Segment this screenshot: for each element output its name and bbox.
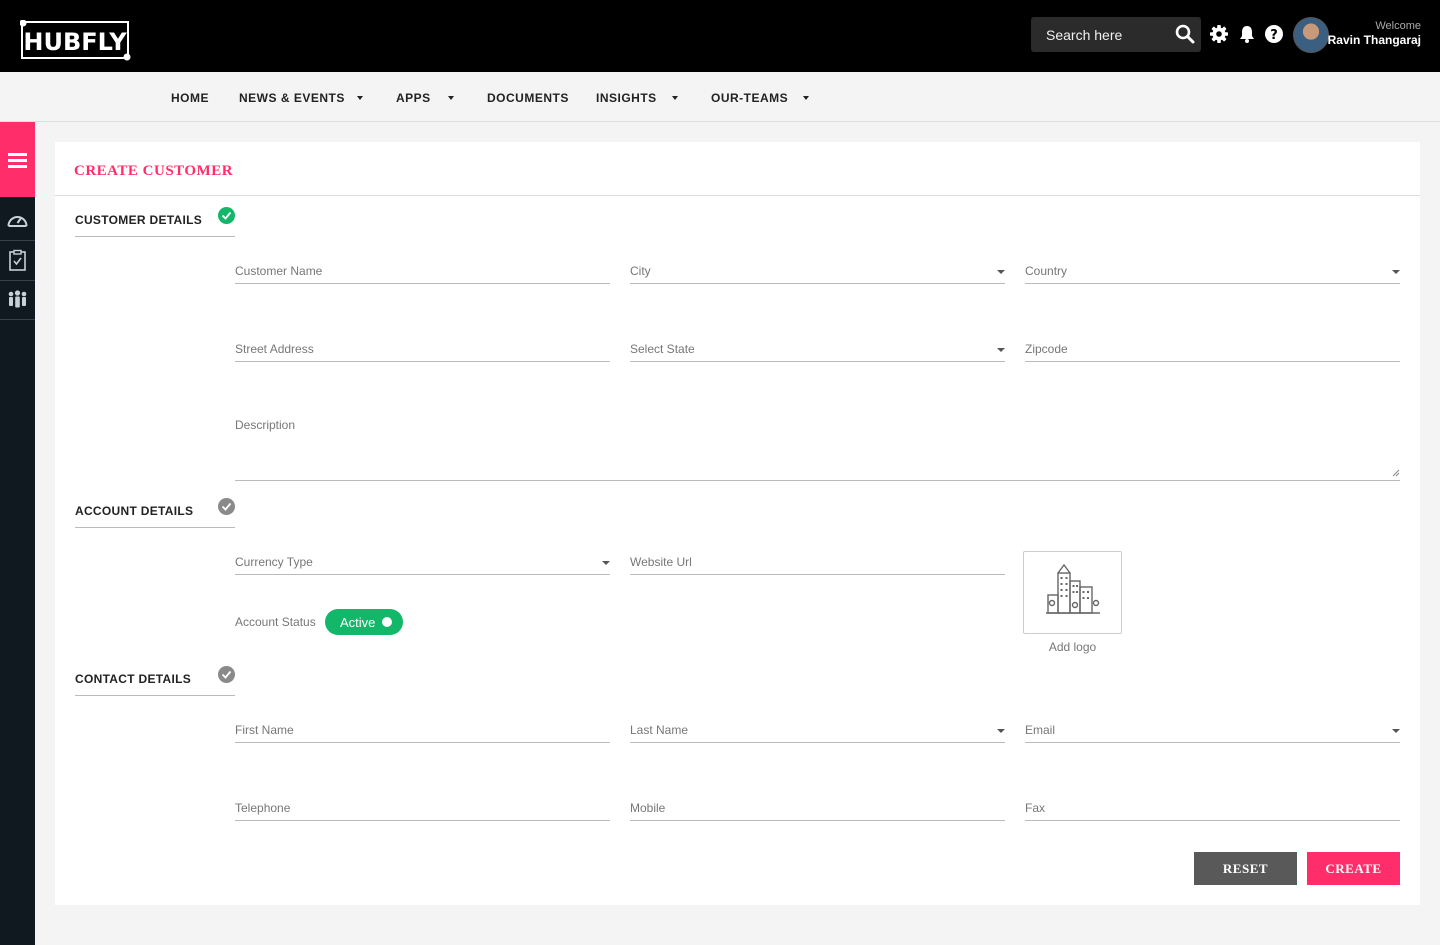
- field-label: Street Address: [235, 342, 314, 356]
- chevron-down-icon[interactable]: [448, 96, 454, 100]
- chevron-down-icon[interactable]: [1392, 729, 1400, 733]
- chevron-down-icon[interactable]: [997, 270, 1005, 274]
- nav-news-events[interactable]: NEWS & EVENTS: [239, 91, 345, 105]
- dashboard-icon[interactable]: [6, 209, 29, 232]
- nav-home[interactable]: HOME: [171, 91, 209, 105]
- sidebar-divider: [0, 319, 35, 320]
- field-label: First Name: [235, 723, 294, 737]
- section-label: ACCOUNT DETAILS: [75, 504, 194, 518]
- chevron-down-icon[interactable]: [357, 96, 363, 100]
- resize-handle-icon[interactable]: [1392, 469, 1400, 477]
- chevron-down-icon[interactable]: [672, 96, 678, 100]
- search-input[interactable]: Search here: [1046, 27, 1122, 43]
- field-label: Website Url: [630, 555, 692, 569]
- section-label: CUSTOMER DETAILS: [75, 213, 203, 227]
- state-select[interactable]: Select State: [630, 342, 1005, 362]
- chevron-down-icon[interactable]: [602, 561, 610, 565]
- toggle-knob: [382, 617, 392, 627]
- nav-insights[interactable]: INSIGHTS: [596, 91, 657, 105]
- add-logo-button[interactable]: [1023, 551, 1122, 634]
- check-icon: [218, 207, 235, 224]
- top-bar: HUBFLY Search here ? Welcome Ravin Thang…: [0, 0, 1440, 72]
- svg-text:?: ?: [1270, 28, 1278, 43]
- section-label: CONTACT DETAILS: [75, 672, 192, 686]
- field-label: Select State: [630, 342, 695, 356]
- last-name-select[interactable]: Last Name: [630, 723, 1005, 743]
- field-label: Telephone: [235, 801, 291, 815]
- add-logo-label: Add logo: [1048, 640, 1097, 654]
- customer-name-field[interactable]: Customer Name: [235, 264, 610, 284]
- check-icon: [218, 666, 235, 683]
- mobile-field[interactable]: Mobile: [630, 801, 1005, 821]
- create-customer-card: CREATE CUSTOMER CUSTOMER DETAILS Custome…: [55, 142, 1420, 905]
- chevron-down-icon[interactable]: [997, 729, 1005, 733]
- first-name-field[interactable]: First Name: [235, 723, 610, 743]
- field-label: Currency Type: [235, 555, 313, 569]
- country-select[interactable]: Country: [1025, 264, 1400, 284]
- telephone-field[interactable]: Telephone: [235, 801, 610, 821]
- account-status-label: Account Status: [235, 615, 316, 629]
- avatar[interactable]: [1293, 17, 1329, 53]
- field-label: City: [630, 264, 651, 278]
- sidebar-divider: [0, 240, 35, 241]
- chevron-down-icon[interactable]: [1392, 270, 1400, 274]
- reset-button[interactable]: RESET: [1194, 852, 1297, 885]
- account-status-toggle[interactable]: Active: [325, 609, 403, 635]
- search-icon[interactable]: [1174, 23, 1196, 45]
- nav-our-teams[interactable]: OUR-TEAMS: [711, 91, 788, 105]
- gear-icon[interactable]: [1209, 24, 1229, 44]
- nav-apps[interactable]: APPS: [396, 91, 431, 105]
- fax-field[interactable]: Fax: [1025, 801, 1400, 821]
- sidebar: [0, 122, 35, 945]
- chevron-down-icon[interactable]: [803, 96, 809, 100]
- help-icon[interactable]: ?: [1264, 24, 1284, 44]
- create-button[interactable]: CREATE: [1307, 852, 1400, 885]
- sidebar-divider: [0, 280, 35, 281]
- title-divider: [55, 195, 1420, 196]
- field-label: Last Name: [630, 723, 689, 737]
- section-contact-details: CONTACT DETAILS: [75, 666, 235, 696]
- website-url-field[interactable]: Website Url: [630, 555, 1005, 575]
- description-field[interactable]: Description: [235, 418, 1400, 481]
- check-icon: [218, 498, 235, 515]
- main-nav: HOME NEWS & EVENTS APPS DOCUMENTS INSIGH…: [0, 72, 1440, 122]
- welcome-text: Welcome: [1375, 20, 1421, 32]
- field-label: Mobile: [630, 801, 666, 815]
- field-label: Description: [235, 418, 296, 432]
- clipboard-icon[interactable]: [6, 249, 29, 272]
- field-label: Email: [1025, 723, 1056, 737]
- chevron-down-icon[interactable]: [997, 348, 1005, 352]
- nav-documents[interactable]: DOCUMENTS: [487, 91, 569, 105]
- email-select[interactable]: Email: [1025, 723, 1400, 743]
- field-label: Customer Name: [235, 264, 323, 278]
- street-address-field[interactable]: Street Address: [235, 342, 610, 362]
- bell-icon[interactable]: [1237, 24, 1257, 44]
- user-name[interactable]: Ravin Thangaraj: [1328, 33, 1421, 47]
- team-icon[interactable]: [6, 288, 29, 311]
- svg-text:HUBFLY: HUBFLY: [23, 28, 127, 56]
- field-label: Country: [1025, 264, 1068, 278]
- currency-type-select[interactable]: Currency Type: [235, 555, 610, 575]
- field-label: Fax: [1025, 801, 1046, 815]
- hubfly-logo[interactable]: HUBFLY: [19, 19, 132, 62]
- section-account-details: ACCOUNT DETAILS: [75, 498, 235, 528]
- search-box[interactable]: Search here: [1031, 17, 1201, 52]
- city-select[interactable]: City: [630, 264, 1005, 284]
- page-title: CREATE CUSTOMER: [74, 163, 234, 179]
- menu-icon[interactable]: [0, 122, 35, 197]
- building-icon: [1046, 563, 1100, 614]
- section-customer-details: CUSTOMER DETAILS: [75, 207, 235, 237]
- zipcode-field[interactable]: Zipcode: [1025, 342, 1400, 362]
- toggle-label: Active: [340, 615, 376, 630]
- field-label: Zipcode: [1025, 342, 1068, 356]
